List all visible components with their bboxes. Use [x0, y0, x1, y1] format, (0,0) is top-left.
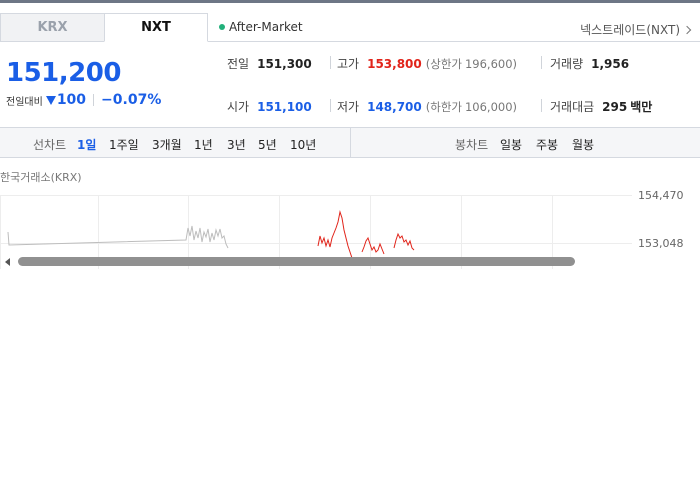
- price-line-segment-3: [393, 232, 415, 251]
- candle-monthly-button[interactable]: 월봉: [572, 136, 594, 153]
- top-border: [0, 0, 700, 3]
- stat-amount: 거래대금 295 백만: [550, 98, 652, 115]
- current-price: 151,200: [6, 58, 121, 88]
- nxt-link[interactable]: 넥스트레이드(NXT): [580, 21, 692, 38]
- stat-value: 1,956: [591, 56, 630, 71]
- period-10y-button[interactable]: 10년: [290, 136, 316, 153]
- stat-unit: 백만: [630, 100, 653, 114]
- period-5y-button[interactable]: 5년: [258, 136, 277, 153]
- session-status: After-Market: [219, 20, 303, 34]
- stat-value: 295: [602, 99, 628, 114]
- candle-daily-button[interactable]: 일봉: [500, 136, 522, 153]
- period-3m-button[interactable]: 3개월: [152, 136, 182, 153]
- stat-divider: [330, 56, 331, 69]
- stat-value: 148,700: [367, 99, 422, 114]
- stat-value: 153,800: [367, 56, 422, 71]
- stat-label: 시가: [227, 100, 250, 114]
- stat-label: 거래량: [550, 57, 584, 71]
- live-dot-icon: [219, 24, 225, 30]
- session-status-text: After-Market: [229, 20, 303, 34]
- scroll-left-arrow-icon[interactable]: [5, 258, 10, 266]
- price-line-segment-2: [361, 236, 385, 255]
- period-1y-button[interactable]: 1년: [194, 136, 213, 153]
- upper-limit-value: 196,600): [464, 56, 518, 71]
- line-chart-label: 선차트: [33, 138, 67, 152]
- candle-chart-label: 봉차트: [455, 138, 489, 152]
- nxt-link-label: 넥스트레이드(NXT): [580, 23, 680, 37]
- change-separator: [93, 94, 95, 106]
- change-label: 전일대비: [6, 96, 43, 108]
- chevron-right-icon: [682, 25, 692, 34]
- chart-toolbar: 선차트 1일 1주일 3개월 1년 3년 5년 10년 봉차트 일봉 주봉 월봉: [0, 127, 700, 158]
- upper-limit-label: (상한가: [425, 56, 462, 71]
- stat-label: 거래대금: [550, 100, 595, 114]
- period-1d-button[interactable]: 1일: [77, 136, 96, 153]
- stat-open: 시가 151,100: [227, 98, 312, 115]
- stat-value: 151,300: [257, 56, 312, 71]
- y-tick-label: 154,470: [638, 189, 684, 202]
- toolbar-divider: [350, 128, 351, 157]
- price-line-segment-1: [317, 210, 353, 259]
- tab-divider: [208, 41, 700, 42]
- stat-high: 고가 153,800 (상한가 196,600): [337, 55, 517, 72]
- price-line-segment-0: [7, 225, 229, 249]
- candle-weekly-button[interactable]: 주봉: [536, 136, 558, 153]
- stat-volume: 거래량 1,956: [550, 55, 629, 72]
- stat-label: 고가: [337, 57, 360, 71]
- period-3y-button[interactable]: 3년: [227, 136, 246, 153]
- stat-label: 저가: [337, 100, 360, 114]
- stat-low: 저가 148,700 (하한가 106,000): [337, 98, 517, 115]
- stat-divider: [541, 99, 542, 112]
- change-amount: 100: [56, 92, 87, 108]
- lower-limit-label: (하한가: [425, 99, 462, 114]
- chart-scrollbar-thumb[interactable]: [18, 257, 575, 266]
- price-change: 전일대비 100 −0.07%: [6, 92, 161, 108]
- tab-krx[interactable]: KRX: [0, 13, 104, 42]
- lower-limit-value: 106,000): [464, 99, 518, 114]
- y-tick-label: 153,048: [638, 237, 684, 250]
- stat-value: 151,100: [257, 99, 312, 114]
- stat-divider: [330, 99, 331, 112]
- change-percent: −0.07%: [101, 92, 162, 108]
- down-triangle-icon: [45, 95, 56, 105]
- stat-label: 전일: [227, 57, 250, 71]
- market-label: 한국거래소(KRX): [0, 171, 82, 184]
- exchange-tabs: KRX NXT: [0, 13, 208, 42]
- period-1w-button[interactable]: 1주일: [109, 136, 139, 153]
- stat-prev-close: 전일 151,300: [227, 55, 312, 72]
- stat-divider: [541, 56, 542, 69]
- tab-nxt[interactable]: NXT: [104, 13, 208, 42]
